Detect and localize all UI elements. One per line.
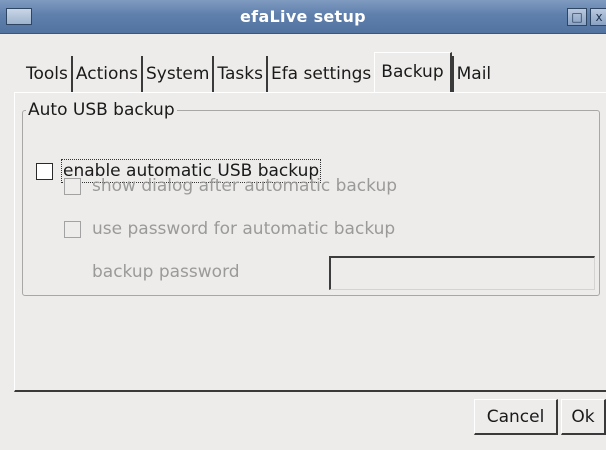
tab-bar: Tools Actions System Tasks Efa settings …: [20, 52, 495, 92]
tab-efa-settings[interactable]: Efa settings: [265, 56, 374, 92]
ok-button[interactable]: Ok: [561, 399, 606, 435]
use-password-label[interactable]: use password for automatic backup: [92, 218, 395, 240]
tab-system[interactable]: System: [141, 56, 212, 92]
cancel-button[interactable]: Cancel: [474, 399, 558, 435]
enable-auto-backup-checkbox[interactable]: [36, 163, 53, 180]
backup-password-label: backup password: [92, 262, 240, 282]
tab-backup[interactable]: Backup: [374, 52, 452, 92]
title-bar[interactable]: efaLive setup □ x: [0, 0, 606, 34]
show-dialog-label[interactable]: show dialog after automatic backup: [92, 175, 397, 197]
setup-window: efaLive setup □ x Tools Actions System T…: [0, 0, 606, 450]
maximize-icon[interactable]: □: [567, 8, 587, 26]
show-dialog-checkbox[interactable]: [64, 178, 81, 195]
tab-mail[interactable]: Mail: [451, 56, 495, 92]
use-password-checkbox[interactable]: [64, 221, 81, 238]
tab-tasks[interactable]: Tasks: [212, 56, 266, 92]
window-title: efaLive setup: [240, 7, 366, 26]
tab-actions[interactable]: Actions: [70, 56, 141, 92]
tab-tools[interactable]: Tools: [20, 56, 71, 92]
auto-usb-backup-group-title: Auto USB backup: [26, 100, 177, 120]
close-icon[interactable]: x: [590, 8, 606, 26]
backup-password-field[interactable]: [329, 256, 595, 290]
